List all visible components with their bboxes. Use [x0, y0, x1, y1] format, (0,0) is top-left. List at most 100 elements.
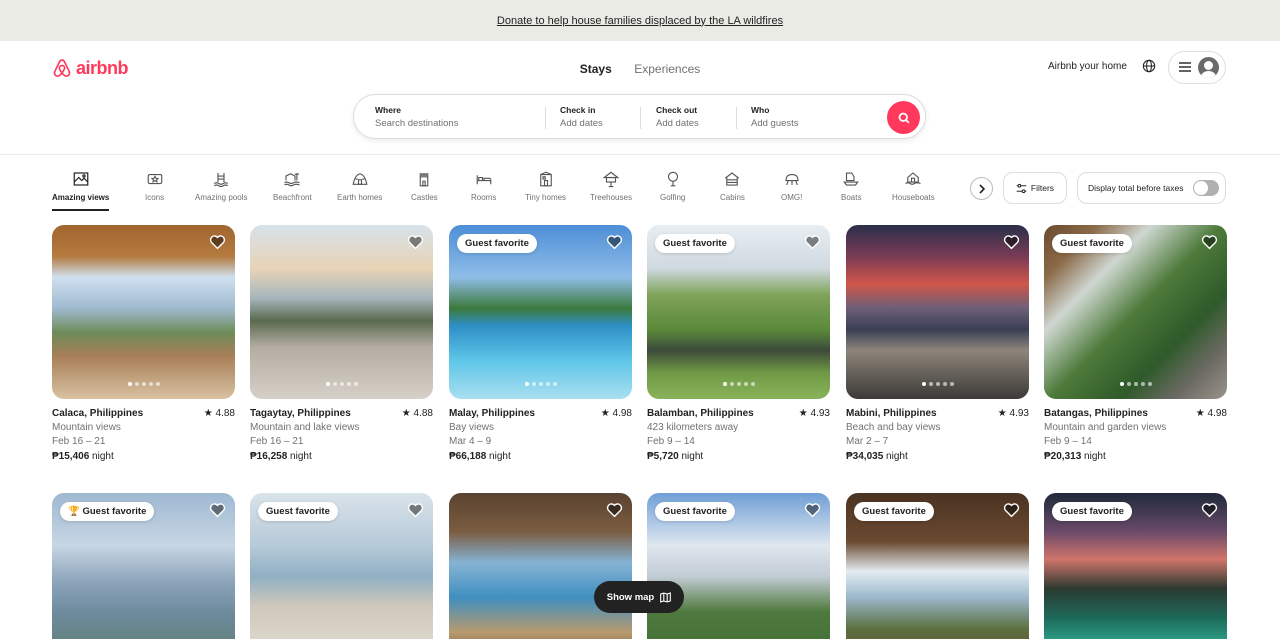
user-menu-button[interactable] [1168, 51, 1226, 84]
category-label: Cabins [720, 193, 745, 202]
category-boats[interactable]: Boats [841, 170, 861, 202]
heart-icon[interactable] [1201, 234, 1218, 250]
listing-card[interactable]: Guest favorite [647, 493, 830, 639]
listing-card[interactable]: Guest favorite Batangas, Philippines ★ 4… [1044, 225, 1227, 464]
heart-icon[interactable] [1201, 502, 1218, 518]
category-rooms[interactable]: Rooms [471, 170, 496, 202]
category-scroll-next-button[interactable] [970, 177, 993, 200]
heart-icon[interactable] [804, 502, 821, 518]
category-omg[interactable]: OMG! [781, 170, 802, 202]
photo-carousel-dots [449, 373, 632, 391]
globe-icon[interactable] [1142, 59, 1156, 78]
check-out-placeholder: Add dates [656, 118, 699, 129]
announcement-banner: Donate to help house families displaced … [0, 0, 1280, 41]
tab-experiences[interactable]: Experiences [634, 62, 700, 76]
category-amazing-pools[interactable]: Amazing pools [195, 170, 247, 202]
heart-icon[interactable] [209, 502, 226, 518]
heart-icon[interactable] [606, 234, 623, 250]
listing-card[interactable]: Guest favorite Malay, Philippines ★ 4.98… [449, 225, 632, 464]
listing-card[interactable]: Guest favorite [1044, 493, 1227, 639]
listing-photo[interactable]: Guest favorite [846, 493, 1029, 639]
listing-photo[interactable] [250, 225, 433, 399]
listing-description: Mountain and lake views [250, 422, 360, 434]
listing-info: Balamban, Philippines ★ 4.93 423 kilomet… [647, 407, 830, 464]
search-button[interactable] [887, 101, 920, 134]
map-icon [660, 591, 672, 603]
who-field[interactable]: Who Add guests [751, 105, 799, 129]
listing-price-unit: night [486, 450, 511, 462]
category-golfing[interactable]: Golfing [660, 170, 685, 202]
category-label: Tiny homes [525, 193, 567, 202]
where-placeholder: Search destinations [375, 118, 459, 129]
heart-icon[interactable] [407, 234, 424, 250]
search-icon [898, 112, 910, 124]
category-castles[interactable]: Castles [411, 170, 438, 202]
listing-card[interactable]: Tagaytay, Philippines ★ 4.88 Mountain an… [250, 225, 433, 464]
listing-photo[interactable]: Guest favorite [647, 225, 830, 399]
category-treehouses[interactable]: Treehouses [590, 170, 632, 202]
header: airbnb Stays Experiences Airbnb your hom… [0, 41, 1280, 155]
listing-photo[interactable]: Guest favorite [449, 225, 632, 399]
listing-price-row: ₱16,258 night [250, 450, 433, 464]
listing-info: Tagaytay, Philippines ★ 4.88 Mountain an… [250, 407, 433, 464]
where-field[interactable]: Where Search destinations [375, 105, 458, 129]
listing-dates: Mar 2 – 7 [846, 436, 889, 448]
listing-dates: Feb 9 – 14 [647, 436, 695, 448]
listing-photo[interactable]: Guest favorite [250, 493, 433, 639]
heart-icon[interactable] [1003, 502, 1020, 518]
listing-photo[interactable] [52, 225, 235, 399]
heart-icon[interactable] [804, 234, 821, 250]
guest-favorite-badge: Guest favorite [655, 234, 735, 253]
listing-card[interactable]: Guest favorite [250, 493, 433, 639]
check-out-field[interactable]: Check out Add dates [656, 105, 699, 129]
listing-card[interactable]: Calaca, Philippines ★ 4.88 Mountain view… [52, 225, 235, 464]
houseboat-icon [905, 172, 922, 185]
category-tiny-homes[interactable]: Tiny homes [525, 170, 566, 202]
category-label: Amazing pools [195, 193, 248, 202]
listing-photo[interactable]: 🏆 Guest favorite [52, 493, 235, 639]
heart-icon[interactable] [606, 502, 623, 518]
heart-icon[interactable] [209, 234, 226, 250]
category-amazing-views[interactable]: Amazing views [52, 170, 110, 211]
listing-price-unit: night [89, 450, 114, 462]
heart-icon[interactable] [1003, 234, 1020, 250]
listing-card[interactable]: Guest favorite Balamban, Philippines ★ 4… [647, 225, 830, 464]
listing-card[interactable]: 🏆 Guest favorite [52, 493, 235, 639]
check-in-field[interactable]: Check in Add dates [560, 105, 603, 129]
guest-favorite-badge: Guest favorite [1052, 234, 1132, 253]
heart-icon[interactable] [407, 502, 424, 518]
filters-button[interactable]: Filters [1003, 172, 1067, 204]
listing-rating: ★ 4.88 [203, 408, 235, 419]
chevron-right-icon [978, 183, 985, 194]
show-map-label: Show map [606, 591, 655, 603]
listing-rating: ★ 4.98 [600, 408, 632, 419]
category-cabins[interactable]: Cabins [720, 170, 745, 202]
listing-photo[interactable]: Guest favorite [1044, 225, 1227, 399]
tab-stays[interactable]: Stays [580, 62, 612, 76]
listing-photo[interactable] [846, 225, 1029, 399]
listing-photo[interactable]: Guest favorite [1044, 493, 1227, 639]
guest-favorite-badge: 🏆 Guest favorite [60, 502, 155, 521]
category-earth-homes[interactable]: Earth homes [337, 170, 382, 202]
show-map-button[interactable]: Show map [594, 581, 684, 613]
category-icons[interactable]: Icons [145, 170, 164, 202]
listing-card[interactable]: Guest favorite [846, 493, 1029, 639]
who-label: Who [751, 105, 770, 115]
host-link[interactable]: Airbnb your home [1048, 61, 1127, 72]
category-label: Boats [841, 193, 862, 202]
amazing-views-icon [73, 172, 89, 186]
listing-dates: Feb 16 – 21 [250, 436, 304, 448]
category-beachfront[interactable]: Beachfront [273, 170, 312, 202]
tax-toggle-switch[interactable] [1193, 180, 1220, 196]
listing-description: Beach and bay views [846, 422, 941, 434]
category-houseboats[interactable]: Houseboats [892, 170, 935, 202]
listing-description: Bay views [449, 422, 495, 434]
listing-photo[interactable] [449, 493, 632, 639]
listing-rating: ★ 4.93 [997, 408, 1029, 419]
wildfire-donate-link[interactable]: Donate to help house families displaced … [497, 15, 783, 27]
listing-photo[interactable]: Guest favorite [647, 493, 830, 639]
listing-price-row: ₱66,188 night [449, 450, 632, 464]
listing-price: ₱15,406 [52, 450, 90, 462]
listing-card[interactable] [449, 493, 632, 639]
listing-card[interactable]: Mabini, Philippines ★ 4.93 Beach and bay… [846, 225, 1029, 464]
